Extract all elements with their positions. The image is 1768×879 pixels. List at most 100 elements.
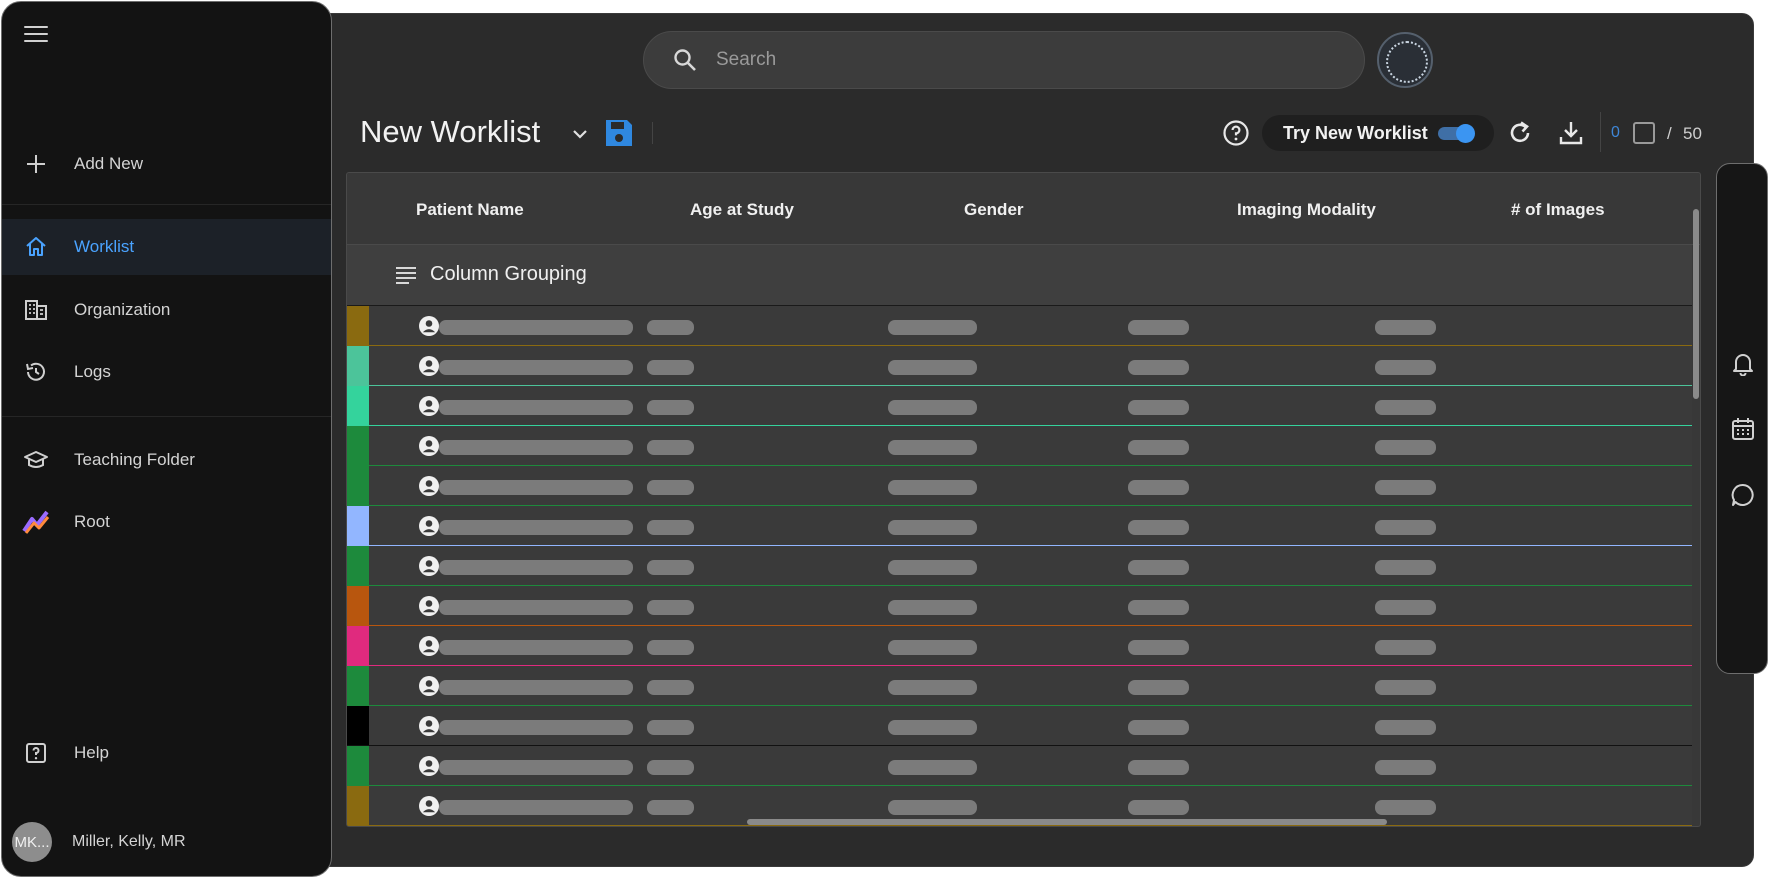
- column-header-gender[interactable]: Gender: [964, 200, 1024, 220]
- loading-placeholder: [1128, 480, 1189, 495]
- sidebar-item-help[interactable]: Help: [2, 725, 331, 781]
- table-row[interactable]: [347, 626, 1692, 666]
- loading-placeholder: [439, 560, 633, 575]
- sidebar-item-add-new[interactable]: Add New: [2, 136, 331, 192]
- sidebar-item-label: Teaching Folder: [74, 450, 195, 469]
- loading-placeholder: [888, 400, 977, 415]
- table-row[interactable]: [347, 466, 1692, 506]
- sidebar-item-organization[interactable]: Organization: [2, 282, 331, 338]
- column-grouping-label: Column Grouping: [430, 263, 587, 285]
- page-title: New Worklist: [360, 114, 541, 149]
- loading-placeholder: [1375, 600, 1436, 615]
- loading-placeholder: [1375, 480, 1436, 495]
- column-header-age-at-study[interactable]: Age at Study: [690, 200, 794, 220]
- loading-placeholder: [1128, 440, 1189, 455]
- loading-placeholder: [1128, 360, 1189, 375]
- calendar-icon[interactable]: [1730, 416, 1756, 442]
- search-icon: [674, 49, 696, 71]
- row-color-indicator: [347, 666, 369, 706]
- loading-placeholder: [647, 320, 694, 335]
- graduation-cap-icon: [22, 446, 50, 474]
- loading-placeholder: [439, 680, 633, 695]
- table-row[interactable]: [347, 386, 1692, 426]
- toggle-switch[interactable]: [1438, 124, 1475, 143]
- table-row[interactable]: [347, 426, 1692, 466]
- sidebar-item-label: Add New: [74, 154, 143, 173]
- sidebar-item-label: Help: [74, 743, 109, 762]
- save-icon[interactable]: [603, 117, 635, 149]
- hamburger-icon[interactable]: [24, 26, 48, 46]
- patient-icon: [419, 636, 439, 656]
- table-row[interactable]: [347, 666, 1692, 706]
- column-header-imaging-modality[interactable]: Imaging Modality: [1237, 200, 1376, 220]
- try-new-worklist-toggle[interactable]: Try New Worklist: [1262, 115, 1494, 151]
- user-profile[interactable]: MK... Miller, Kelly, MR: [12, 822, 186, 862]
- patient-icon: [419, 396, 439, 416]
- patient-icon: [419, 676, 439, 696]
- loading-placeholder: [888, 320, 977, 335]
- sidebar-item-root[interactable]: Root: [2, 494, 331, 550]
- table-row[interactable]: [347, 746, 1692, 786]
- count-separator: /: [1667, 124, 1672, 143]
- sidebar-item-label: Logs: [74, 362, 111, 381]
- sidebar-item-teaching-folder[interactable]: Teaching Folder: [2, 432, 331, 488]
- vertical-scrollbar[interactable]: [1693, 209, 1699, 399]
- loading-placeholder: [647, 520, 694, 535]
- loading-placeholder: [647, 440, 694, 455]
- loading-placeholder: [1375, 400, 1436, 415]
- loading-placeholder: [1375, 720, 1436, 735]
- table-row[interactable]: [347, 506, 1692, 546]
- table-row[interactable]: [347, 546, 1692, 586]
- sidebar-item-label: Organization: [74, 300, 171, 319]
- loading-placeholder: [1128, 640, 1189, 655]
- table-row[interactable]: [347, 306, 1692, 346]
- chat-icon[interactable]: [1730, 482, 1756, 508]
- patient-icon: [419, 556, 439, 576]
- horizontal-scrollbar[interactable]: [747, 819, 1387, 825]
- loading-placeholder: [439, 520, 633, 535]
- loading-placeholder: [439, 720, 633, 735]
- loading-placeholder: [647, 600, 694, 615]
- header-divider: [1600, 112, 1601, 152]
- worklist-table: Patient Name Age at Study Gender Imaging…: [346, 172, 1701, 827]
- sidebar-item-logs[interactable]: Logs: [2, 344, 331, 400]
- chevron-down-icon[interactable]: [570, 124, 590, 144]
- search-bar[interactable]: [643, 31, 1365, 89]
- loading-placeholder: [647, 800, 694, 815]
- avatar: MK...: [12, 822, 52, 862]
- help-box-icon: [22, 739, 50, 767]
- loading-placeholder: [1375, 320, 1436, 335]
- loading-placeholder: [888, 560, 977, 575]
- table-row[interactable]: [347, 586, 1692, 626]
- loading-placeholder: [439, 640, 633, 655]
- select-all-checkbox[interactable]: [1633, 122, 1655, 144]
- column-header-number-of-images[interactable]: # of Images: [1511, 200, 1605, 220]
- search-input[interactable]: [716, 49, 1316, 71]
- header-divider: [652, 122, 653, 144]
- loading-placeholder: [647, 640, 694, 655]
- try-new-worklist-label: Try New Worklist: [1283, 122, 1428, 143]
- loading-placeholder: [1128, 720, 1189, 735]
- plus-icon: [22, 150, 50, 178]
- patient-icon: [419, 796, 439, 816]
- sidebar-item-worklist[interactable]: Worklist: [2, 219, 331, 275]
- loading-placeholder: [1375, 680, 1436, 695]
- loading-placeholder: [647, 560, 694, 575]
- row-color-indicator: [347, 466, 369, 506]
- account-avatar[interactable]: [1377, 32, 1433, 88]
- patient-icon: [419, 516, 439, 536]
- loading-placeholder: [888, 720, 977, 735]
- loading-placeholder: [439, 320, 633, 335]
- root-logo-icon: [22, 508, 50, 536]
- loading-placeholder: [1375, 360, 1436, 375]
- column-grouping-row[interactable]: Column Grouping: [347, 245, 1692, 306]
- download-icon[interactable]: [1557, 119, 1585, 147]
- table-row[interactable]: [347, 706, 1692, 746]
- bell-icon[interactable]: [1730, 350, 1756, 376]
- refresh-icon[interactable]: [1506, 119, 1534, 147]
- row-divider: [347, 825, 1692, 826]
- help-circle-icon[interactable]: [1222, 119, 1250, 147]
- table-row[interactable]: [347, 346, 1692, 386]
- column-header-patient-name[interactable]: Patient Name: [416, 200, 524, 220]
- loading-placeholder: [888, 800, 977, 815]
